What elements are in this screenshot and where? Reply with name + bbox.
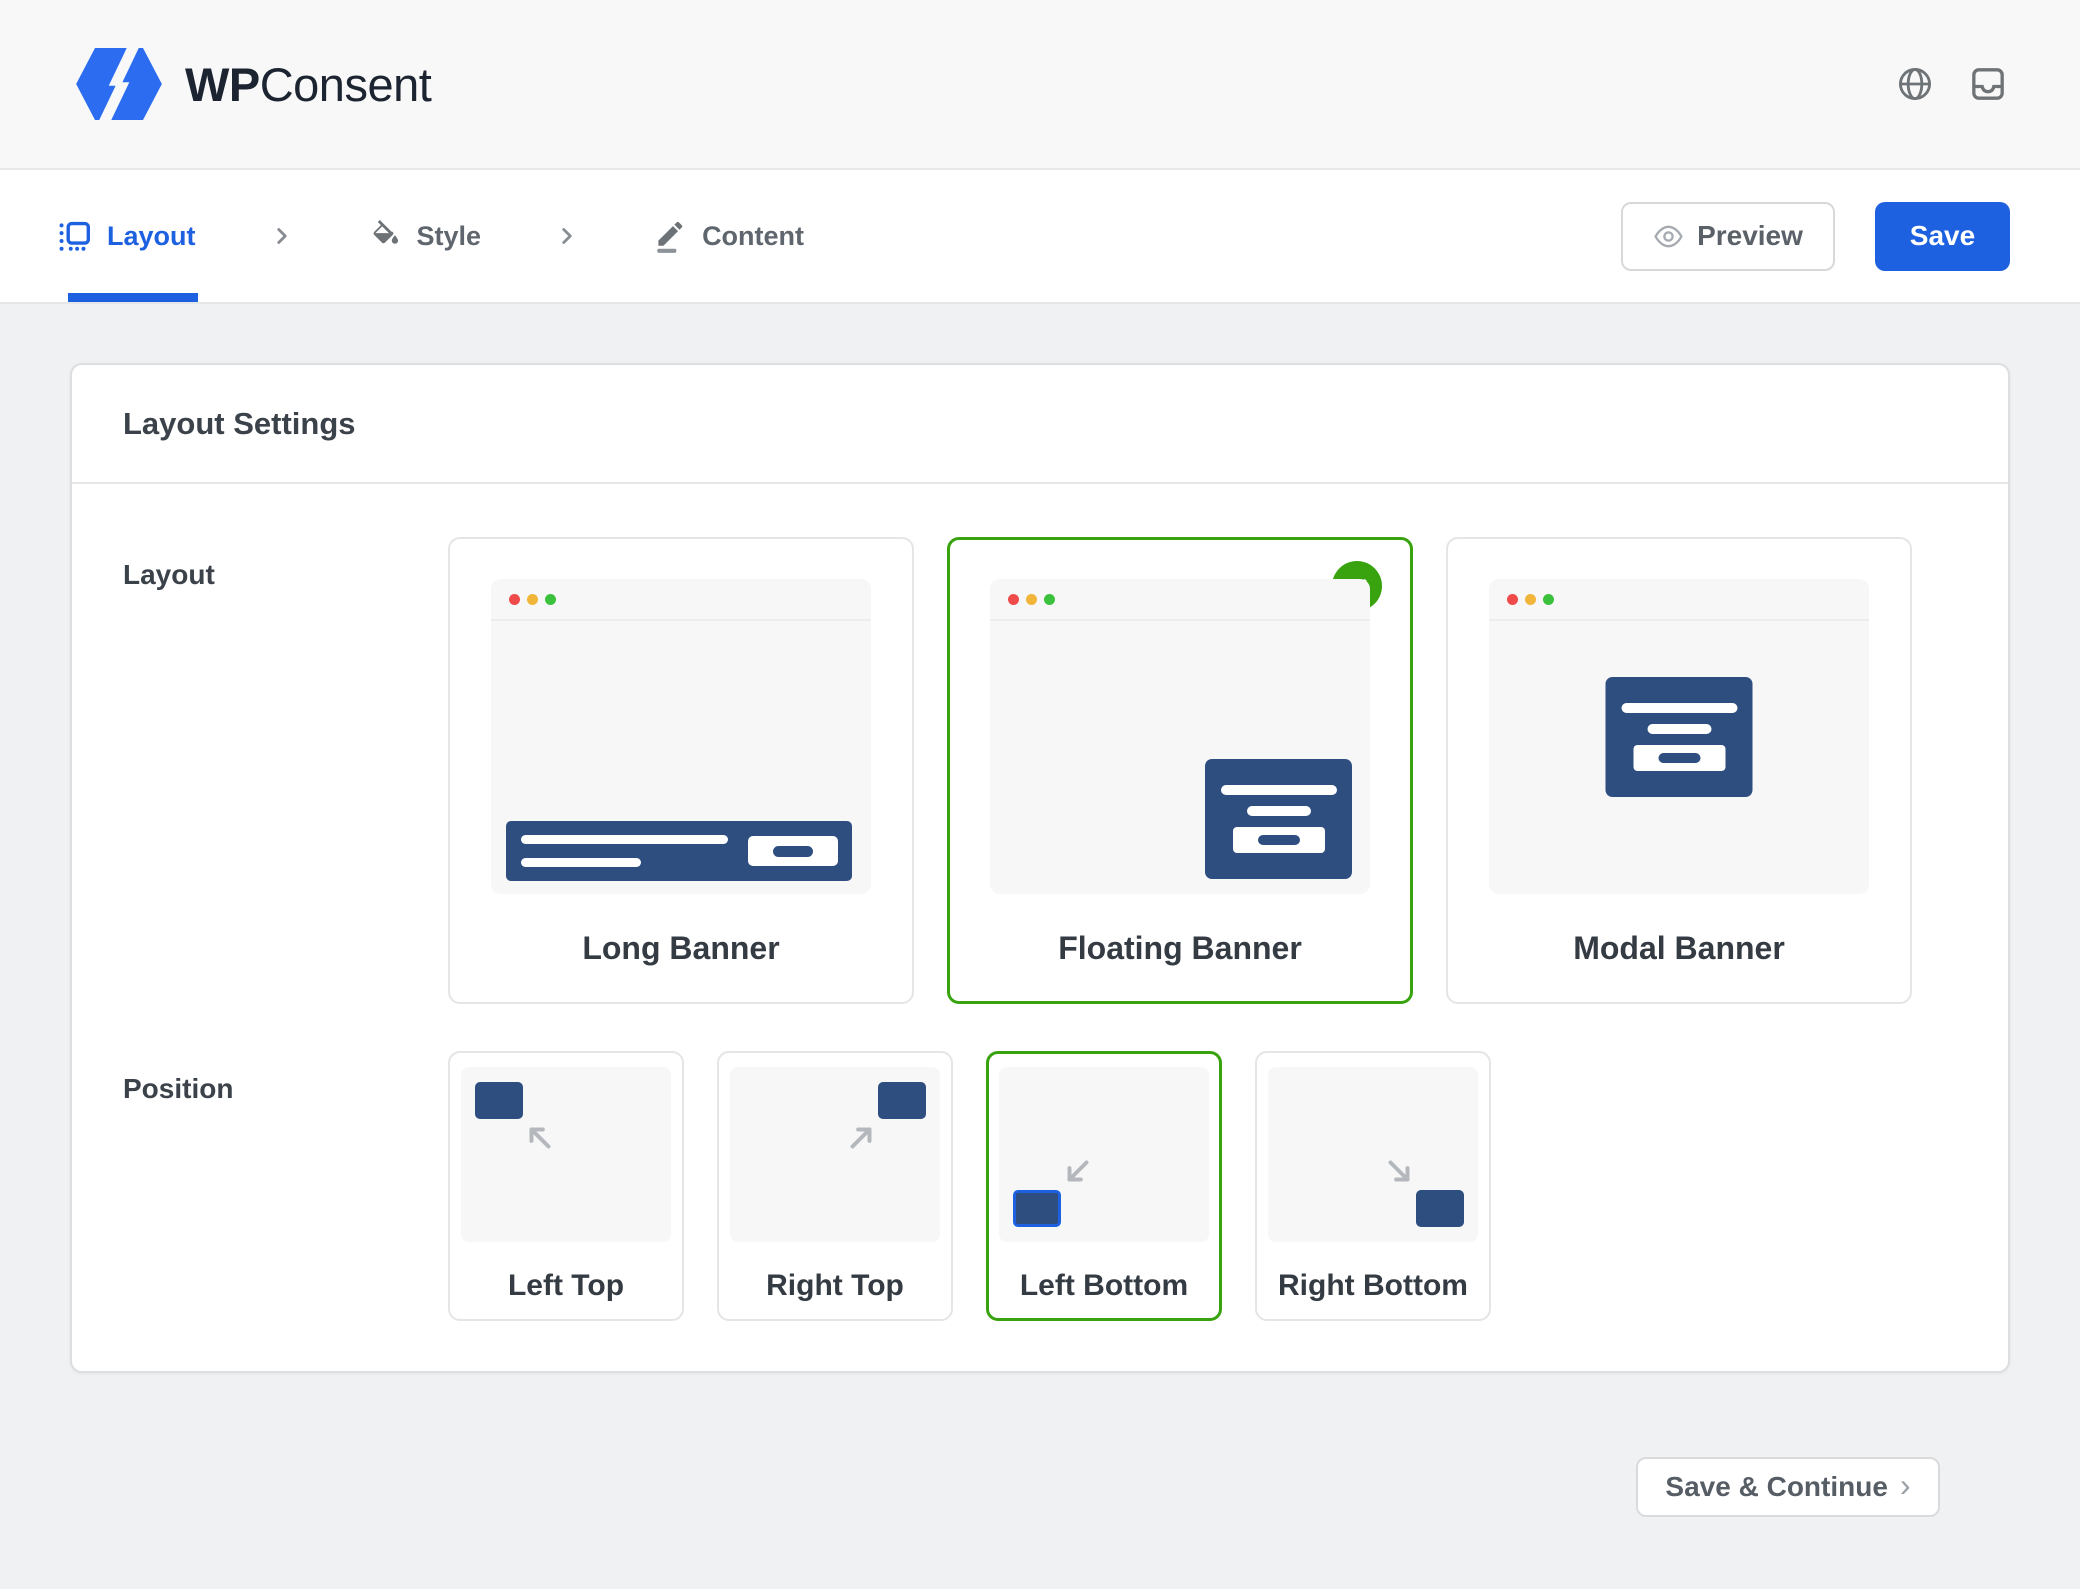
preview-button-label: Preview [1697,220,1803,252]
browser-mockup-titlebar [990,579,1370,621]
window-dot-yellow [1525,594,1536,605]
position-row-label: Position [123,1051,448,1321]
banner-button-pill [773,846,813,857]
layout-settings-panel: Layout Settings Layout [70,363,2010,1373]
banner-text-line [1221,785,1337,795]
banner-button-graphic [748,836,838,866]
position-preview-box [730,1067,940,1242]
banner-position-rect [1416,1190,1464,1227]
wpconsent-logo: WPConsent [75,48,431,120]
browser-mockup-titlebar [1489,579,1869,621]
tab-style-label: Style [417,221,482,252]
banner-text-line [1647,724,1711,734]
layout-option-floating-banner[interactable]: Floating Banner [947,537,1413,1004]
window-dot-green [1543,594,1554,605]
app-header: WPConsent [0,0,2080,170]
position-option-left-top[interactable]: Left Top [448,1051,684,1321]
browser-mockup-titlebar [491,579,871,621]
chevron-right-icon [269,170,295,302]
position-option-right-top[interactable]: Right Top [717,1051,953,1321]
browser-mockup [990,579,1370,894]
main-content: Layout Settings Layout [0,304,2080,1517]
arrow-up-right-icon [844,1121,878,1155]
window-dot-yellow [527,594,538,605]
window-dot-green [1044,594,1055,605]
brand-name: WPConsent [185,57,431,112]
window-dot-green [545,594,556,605]
banner-button-graphic [1633,745,1725,771]
eye-icon [1653,221,1684,252]
arrow-down-right-icon [1382,1154,1416,1188]
banner-button-pill [1258,835,1300,845]
tab-style[interactable]: Style [323,170,527,302]
steps-navbar: Layout Style Content [0,170,2080,304]
banner-button-graphic [1233,827,1325,853]
tab-content[interactable]: Content [608,170,849,302]
position-preview-box [461,1067,671,1242]
layout-icon [58,219,92,253]
tab-content-label: Content [702,221,804,252]
globe-icon[interactable] [1896,65,1934,103]
panel-body: Layout [72,484,2008,1371]
wpconsent-logo-icon [75,48,163,120]
inbox-icon[interactable] [1968,64,2008,104]
layout-option-label: Modal Banner [1573,930,1785,967]
floating-banner-graphic [1205,759,1352,879]
layout-row-label: Layout [123,537,448,1004]
window-dot-red [509,594,520,605]
layout-option-long-banner[interactable]: Long Banner [448,537,914,1004]
pencil-icon [653,219,687,253]
position-option-right-bottom[interactable]: Right Bottom [1255,1051,1491,1321]
layout-option-label: Floating Banner [1058,930,1302,967]
banner-position-rect [878,1082,926,1119]
position-option-left-bottom[interactable]: Left Bottom [986,1051,1222,1321]
save-continue-label: Save & Continue [1665,1471,1887,1503]
position-options: Left Top Right Top [448,1051,1491,1321]
banner-position-rect [1013,1190,1061,1227]
position-preview-box [1268,1067,1478,1242]
position-option-label: Right Bottom [1278,1269,1468,1303]
position-option-label: Right Top [766,1269,904,1303]
step-tabs: Layout Style Content [58,170,849,302]
brand-name-rest: Consent [260,58,432,111]
tab-layout[interactable]: Layout [58,170,241,302]
position-option-label: Left Bottom [1020,1269,1188,1303]
browser-mockup [1489,579,1869,894]
position-preview-box [999,1067,1209,1242]
layout-options: Long Banner [448,537,1912,1004]
chevron-right-icon [554,170,580,302]
brand-name-bold: WP [185,58,260,111]
banner-text-line [1621,703,1737,713]
arrow-down-left-icon [1061,1154,1095,1188]
banner-button-pill [1658,753,1700,763]
preview-button[interactable]: Preview [1621,202,1835,271]
save-continue-button[interactable]: Save & Continue › [1636,1457,1940,1517]
layout-setting-row: Layout [123,537,1957,1004]
banner-text-line [521,835,728,844]
layout-option-modal-banner[interactable]: Modal Banner [1446,537,1912,1004]
long-banner-graphic [506,821,852,881]
window-dot-red [1507,594,1518,605]
arrow-up-left-icon [523,1121,557,1155]
tab-layout-label: Layout [107,221,196,252]
layout-option-label: Long Banner [582,930,779,967]
paint-bucket-icon [368,219,402,253]
panel-title: Layout Settings [123,406,356,442]
position-option-label: Left Top [508,1269,624,1303]
modal-banner-graphic [1606,677,1753,797]
window-dot-red [1008,594,1019,605]
panel-header: Layout Settings [72,365,2008,484]
browser-mockup [491,579,871,894]
banner-text-line [521,858,641,867]
banner-position-rect [475,1082,523,1119]
page-footer: Save & Continue › [70,1373,2010,1517]
window-dot-yellow [1026,594,1037,605]
save-button[interactable]: Save [1875,202,2010,271]
position-setting-row: Position Left Top [123,1051,1957,1321]
banner-text-line [1247,806,1311,816]
chevron-right-icon: › [1900,1469,1911,1505]
